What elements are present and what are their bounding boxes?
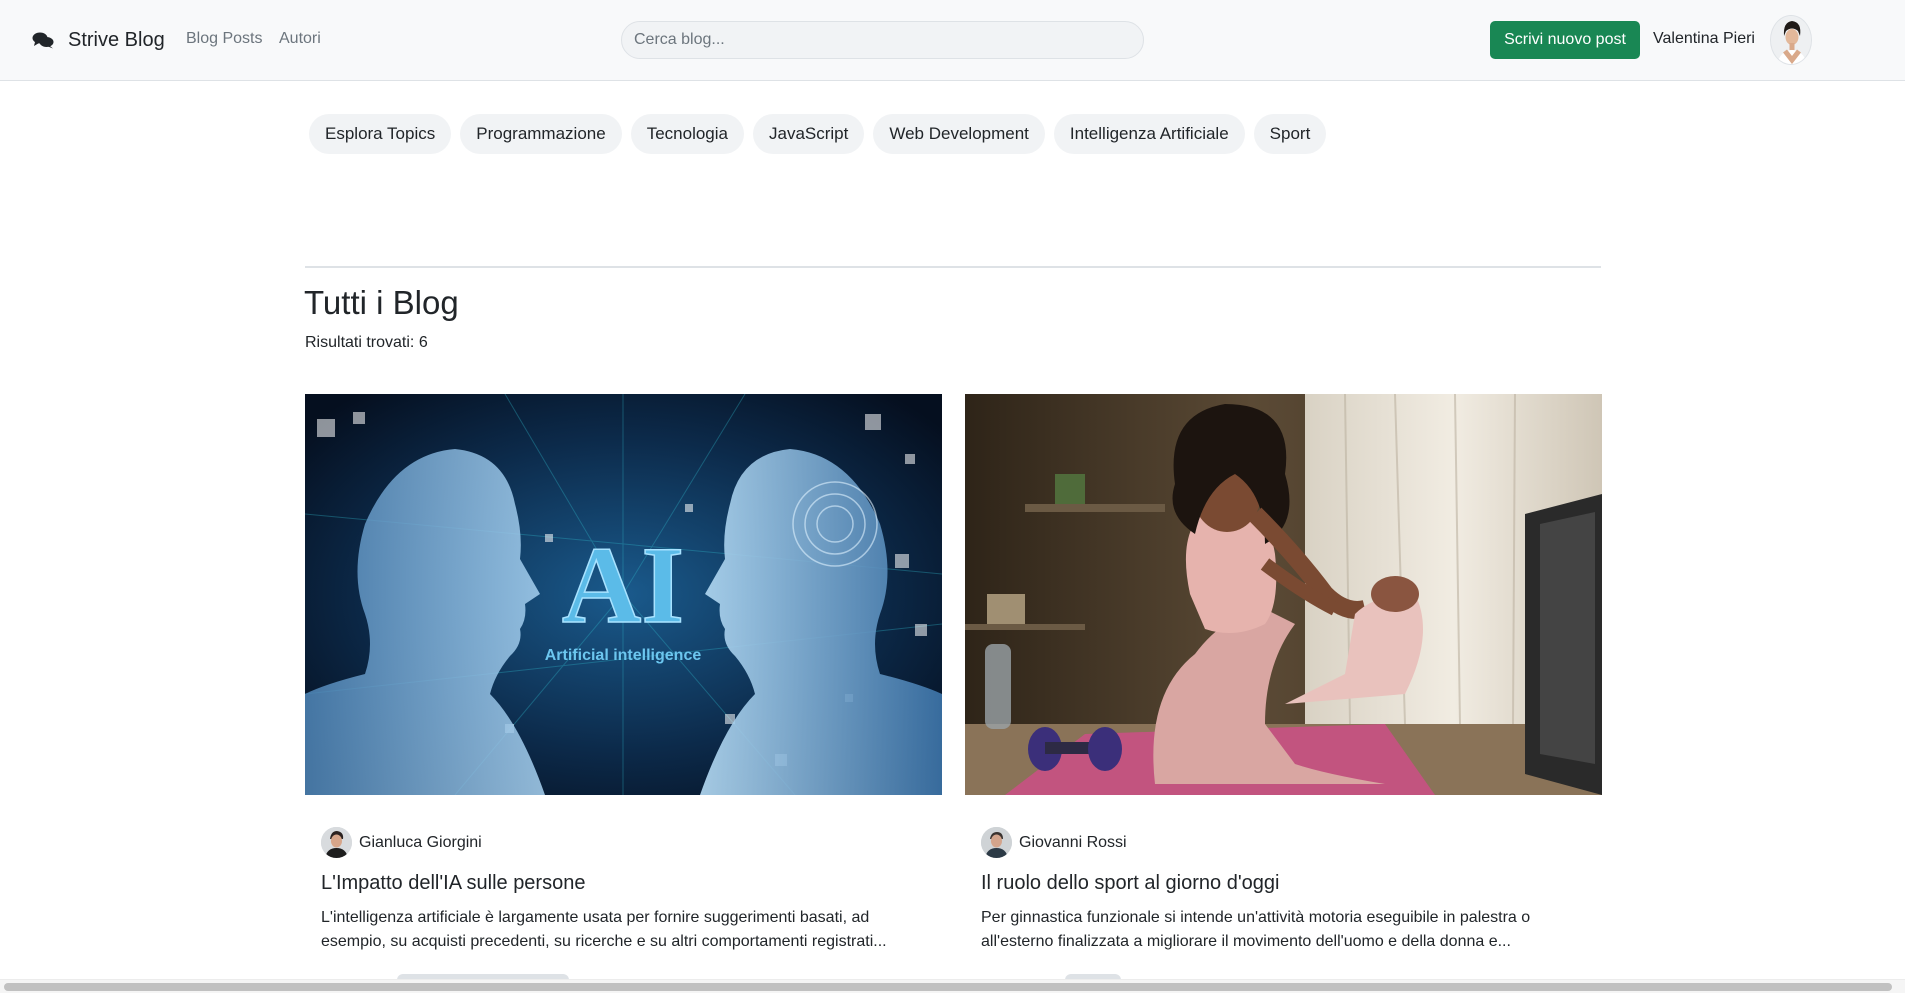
blog-card[interactable]: Giovanni Rossi Il ruolo dello sport al g…	[965, 394, 1602, 993]
topics-bar: Esplora Topics Programmazione Tecnologia…	[309, 114, 1327, 154]
author-avatar	[321, 827, 352, 858]
brand-name: Strive Blog	[68, 28, 165, 51]
nav-link-blog-posts[interactable]: Blog Posts	[186, 30, 262, 48]
topic-tecnologia[interactable]: Tecnologia	[630, 114, 744, 154]
results-count: Risultati trovati: 6	[305, 334, 428, 351]
nav-link-authors[interactable]: Autori	[279, 30, 321, 48]
post-image-ai-text: AI	[562, 524, 684, 646]
navbar: Strive Blog Blog Posts Autori Scrivi nuo…	[0, 0, 1905, 81]
topic-explore[interactable]: Esplora Topics	[309, 114, 452, 154]
brand[interactable]: Strive Blog	[32, 26, 165, 54]
chat-bubbles-icon	[32, 32, 54, 49]
topic-web-development[interactable]: Web Development	[873, 114, 1045, 154]
post-excerpt: Per ginnastica funzionale si intende un'…	[981, 909, 1531, 950]
section-divider	[305, 266, 1601, 268]
scrollbar-thumb[interactable]	[4, 983, 1892, 991]
author[interactable]: Gianluca Giorgini	[321, 827, 482, 858]
author-avatar	[981, 827, 1012, 858]
topic-programmazione[interactable]: Programmazione	[460, 114, 622, 154]
page-title: Tutti i Blog	[304, 284, 459, 321]
post-image-caption: Artificial intelligence	[545, 647, 702, 664]
post-excerpt: L'intelligenza artificiale è largamente …	[321, 909, 887, 950]
author-name: Gianluca Giorgini	[359, 833, 482, 851]
post-image[interactable]	[965, 394, 1602, 795]
blog-card[interactable]: AI Artificial intelligence Gianluca Gior…	[305, 394, 942, 993]
horizontal-scrollbar[interactable]	[0, 979, 1905, 993]
author-name: Giovanni Rossi	[1019, 833, 1127, 851]
user-name[interactable]: Valentina Pieri	[1653, 30, 1755, 48]
post-title[interactable]: L'Impatto dell'IA sulle persone	[321, 872, 585, 895]
post-title[interactable]: Il ruolo dello sport al giorno d'oggi	[981, 872, 1279, 895]
topic-intelligenza-artificiale[interactable]: Intelligenza Artificiale	[1053, 114, 1245, 154]
topic-sport[interactable]: Sport	[1253, 114, 1327, 154]
new-post-button[interactable]: Scrivi nuovo post	[1490, 21, 1640, 59]
search-input[interactable]	[621, 21, 1144, 59]
author[interactable]: Giovanni Rossi	[981, 827, 1127, 858]
topic-javascript[interactable]: JavaScript	[752, 114, 865, 154]
user-avatar[interactable]	[1770, 15, 1812, 65]
post-image[interactable]: AI Artificial intelligence	[305, 394, 942, 795]
